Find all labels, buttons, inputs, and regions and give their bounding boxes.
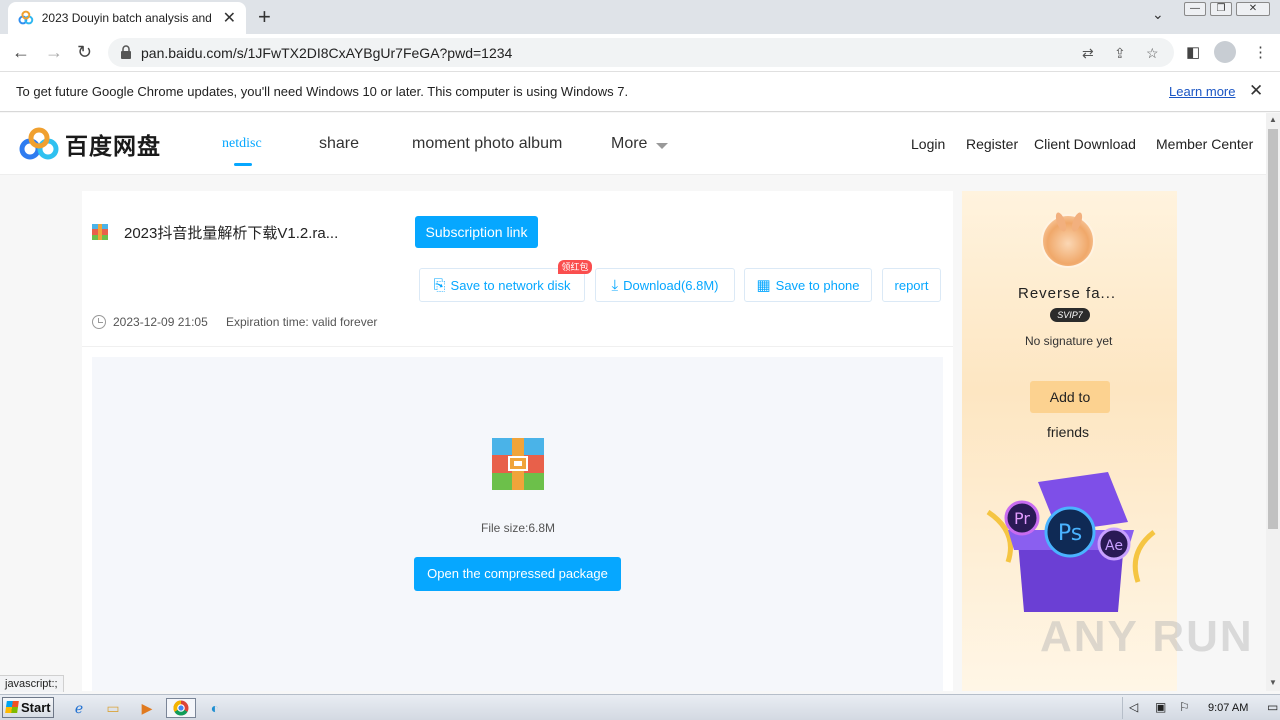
save-export-icon: ⎘ [433, 276, 446, 294]
nav-moment-photo-album[interactable]: moment photo album [412, 135, 562, 153]
file-explorer-icon[interactable]: ▭ [102, 698, 124, 718]
browser-toolbar: ← → ↻ pan.baidu.com/s/1JFwTX2DI8CxAYBgUr… [0, 34, 1280, 72]
download-icon: ⤓ [611, 276, 619, 294]
minimize-button[interactable]: — [1184, 2, 1206, 16]
download-label: Download(6.8M) [623, 277, 719, 293]
lock-icon [121, 45, 131, 59]
chrome-icon [173, 700, 189, 716]
friends-label: friends [1047, 424, 1090, 440]
sharer-signature: No signature yet [1025, 334, 1113, 348]
side-panel-icon[interactable]: ◧ [1186, 43, 1200, 61]
translate-icon[interactable]: ⇄ [1082, 45, 1094, 62]
tab-title: 2023 Douyin batch analysis and dow [41, 11, 215, 25]
infobar-message: To get future Google Chrome updates, you… [16, 84, 629, 99]
baidu-pan-favicon-icon [18, 10, 34, 25]
premiere-icon-label: Pr [1014, 509, 1030, 528]
open-compressed-package-button[interactable]: Open the compressed package [414, 557, 621, 591]
browser-tab[interactable]: 2023 Douyin batch analysis and dow ✕ [8, 2, 246, 34]
register-link[interactable]: Register [966, 136, 1018, 152]
bookmark-star-icon[interactable]: ☆ [1146, 45, 1159, 62]
logo-text: 百度网盘 [65, 133, 161, 159]
report-button[interactable]: report [882, 268, 941, 302]
after-effects-icon-label: Ae [1105, 538, 1123, 554]
photoshop-icon-label: Ps [1058, 521, 1082, 546]
tab-close-icon[interactable]: ✕ [223, 8, 236, 28]
vip-badge: SVIP7 [1050, 308, 1090, 322]
status-bubble: javascript:; [0, 675, 64, 692]
baidu-pan-logo-icon [19, 127, 59, 160]
chrome-taskbar-icon[interactable] [166, 698, 196, 718]
profile-avatar-icon[interactable] [1214, 41, 1236, 63]
member-center-link[interactable]: Member Center [1156, 136, 1253, 152]
system-tray: ◁ ▣ ⚐ ▭ [1122, 697, 1280, 719]
close-window-button[interactable]: ✕ [1236, 2, 1270, 16]
edge-icon[interactable]: ◐ [204, 698, 226, 718]
subscription-link-button[interactable]: Subscription link [415, 216, 538, 248]
windows-taskbar: Start ℯ ▭ ▶ ◐ ◁ ▣ ⚐ ▭ 9:07 AM [0, 694, 1280, 720]
save-to-network-disk-label: Save to network disk [450, 277, 571, 293]
save-to-phone-label: Save to phone [775, 277, 860, 293]
page-scrollbar[interactable]: ▲ ▼ [1266, 113, 1280, 691]
anyrun-watermark: ANY RUN [1040, 612, 1254, 661]
baidu-pan-logo[interactable]: 百度网盘 [19, 127, 161, 161]
new-tab-button[interactable]: + [258, 4, 271, 30]
file-name: 2023抖音批量解析下载V1.2.ra... [124, 225, 339, 242]
scrollbar-thumb[interactable] [1268, 129, 1278, 529]
sharer-name[interactable]: Reverse fa... [1018, 285, 1116, 302]
add-friend-button[interactable]: Add to [1030, 381, 1110, 413]
url-text: pan.baidu.com/s/1JFwTX2DI8CxAYBgUr7FeGA?… [141, 45, 513, 61]
learn-more-link[interactable]: Learn more [1169, 84, 1235, 99]
expiration-text: Expiration time: valid forever [226, 315, 378, 329]
nav-more[interactable]: More [611, 135, 647, 153]
archive-file-icon [92, 224, 108, 240]
scroll-up-arrow-icon[interactable]: ▲ [1269, 115, 1277, 124]
share-date: 2023-12-09 21:05 [113, 315, 208, 329]
file-size: File size:6.8M [481, 521, 556, 535]
scroll-down-arrow-icon[interactable]: ▼ [1269, 678, 1277, 687]
report-label: report [894, 277, 929, 293]
reload-icon[interactable]: ↻ [77, 42, 92, 63]
tab-search-chevron-icon[interactable]: ⌄ [1152, 6, 1164, 23]
site-header: 百度网盘 netdisc share moment photo album Mo… [0, 113, 1266, 175]
maximize-button[interactable]: ❐ [1210, 2, 1232, 16]
show-desktop-icon[interactable]: ▭ [1267, 700, 1278, 714]
action-center-flag-icon[interactable]: ⚐ [1179, 700, 1190, 714]
media-player-icon[interactable]: ▶ [136, 698, 158, 718]
sharer-avatar[interactable] [1041, 214, 1095, 268]
clock-icon [92, 315, 106, 329]
qr-code-icon: ▦ [756, 277, 771, 294]
forward-arrow-icon[interactable]: → [45, 42, 63, 63]
internet-explorer-icon[interactable]: ℯ [68, 698, 90, 718]
nav-netdisc[interactable]: netdisc [222, 136, 262, 152]
address-bar[interactable]: pan.baidu.com/s/1JFwTX2DI8CxAYBgUr7FeGA?… [108, 38, 1174, 67]
share-icon[interactable]: ⇪ [1114, 45, 1126, 62]
start-button[interactable]: Start [2, 697, 54, 718]
client-download-link[interactable]: Client Download [1034, 136, 1136, 152]
divider [82, 346, 953, 347]
gift-box-promo-icon[interactable]: Pr Ps Ae [978, 472, 1164, 622]
tab-strip: 2023 Douyin batch analysis and dow ✕ + ⌄… [0, 0, 1280, 34]
update-infobar: To get future Google Chrome updates, you… [0, 72, 1280, 112]
download-button[interactable]: ⤓ Download(6.8M) [595, 268, 735, 302]
red-packet-badge: 领红包 [558, 260, 592, 274]
login-link[interactable]: Login [911, 136, 945, 152]
compressed-package-icon [492, 438, 544, 490]
network-icon[interactable]: ▣ [1155, 700, 1166, 714]
menu-kebab-icon[interactable]: ⋮ [1253, 43, 1268, 61]
taskbar-clock[interactable]: 9:07 AM [1208, 702, 1248, 714]
volume-icon[interactable]: ◁ [1129, 700, 1138, 714]
back-arrow-icon[interactable]: ← [12, 42, 30, 63]
nav-share[interactable]: share [319, 135, 359, 153]
save-to-phone-button[interactable]: ▦ Save to phone [744, 268, 872, 302]
infobar-close-icon[interactable]: ✕ [1249, 81, 1263, 101]
more-caret-icon[interactable] [656, 143, 668, 149]
nav-active-indicator [234, 163, 252, 166]
